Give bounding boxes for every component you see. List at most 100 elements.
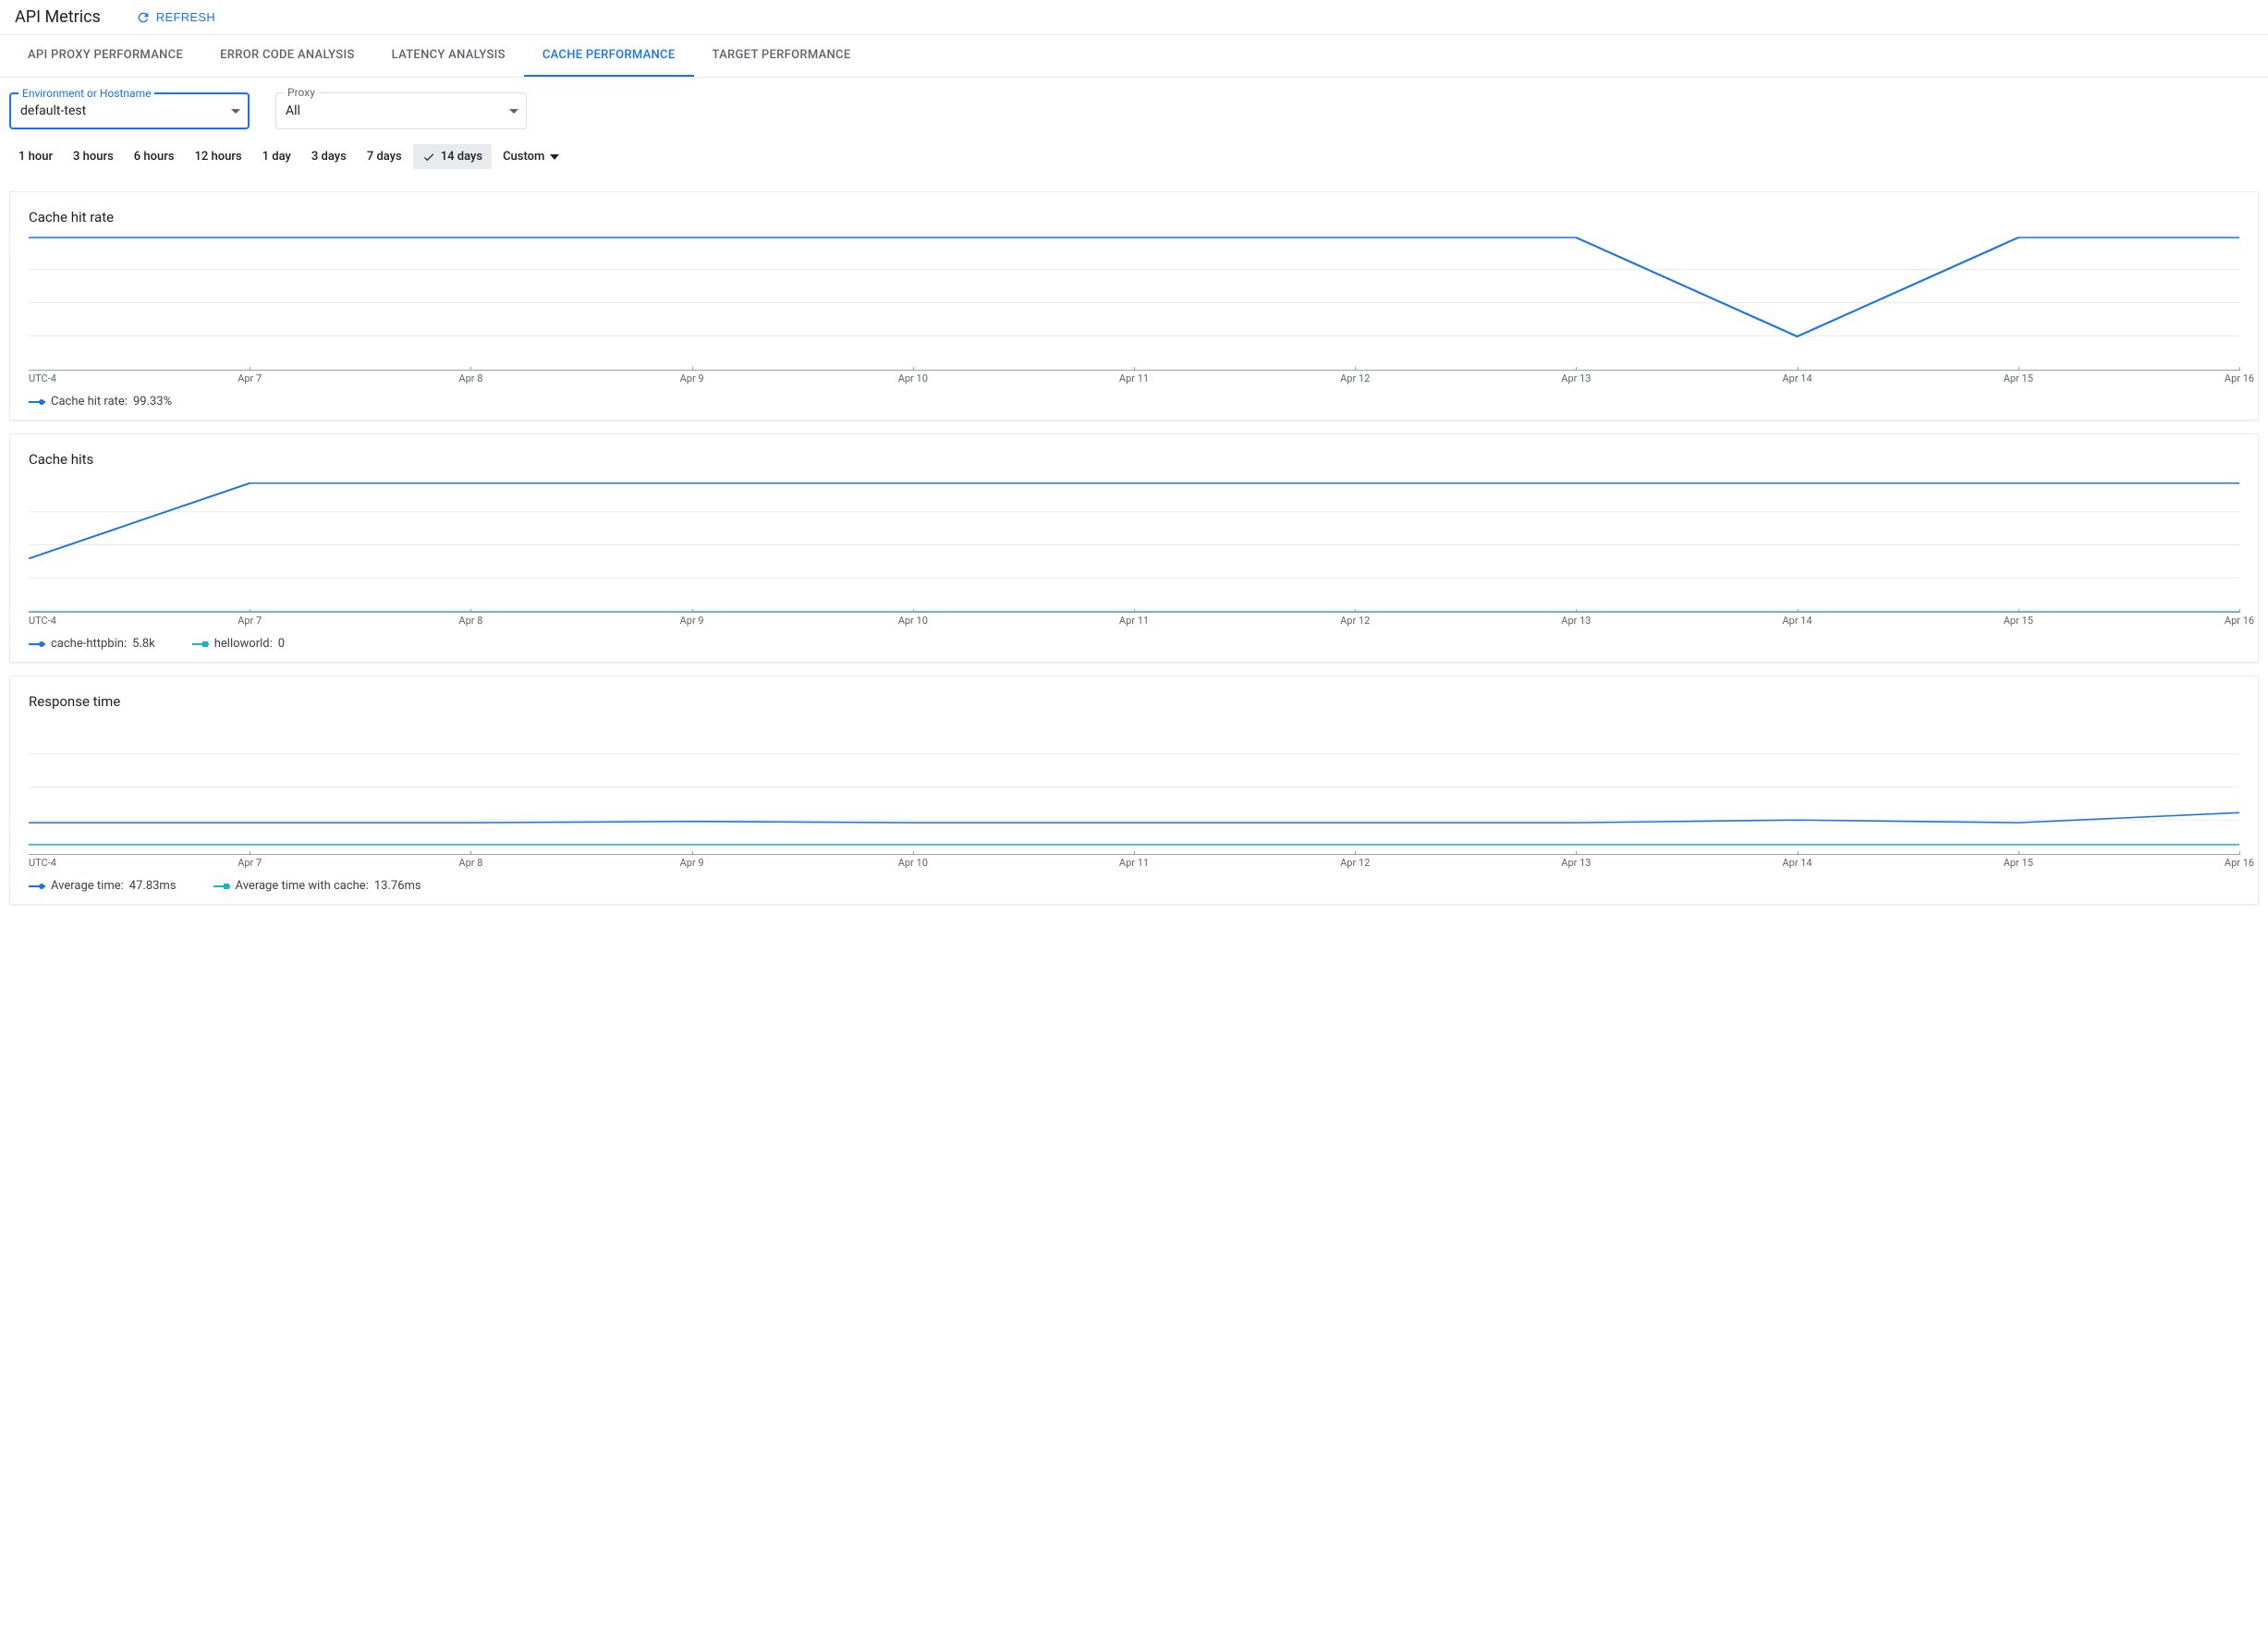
chart-legend: Cache hit rate: 99.33% bbox=[29, 389, 2239, 410]
chart-x-tick: Apr 13 bbox=[1561, 615, 1591, 627]
chart-tz-label: UTC-4 bbox=[29, 372, 56, 384]
chart-x-tick: Apr 14 bbox=[1783, 857, 1812, 869]
tab-proxy-perf[interactable]: API PROXY PERFORMANCE bbox=[9, 35, 201, 77]
chart-x-tick: Apr 16 bbox=[2225, 372, 2254, 384]
time-chip-14-days[interactable]: 14 days bbox=[413, 144, 492, 169]
time-chip-1-hour[interactable]: 1 hour bbox=[9, 144, 62, 169]
time-chip-3-days[interactable]: 3 days bbox=[302, 144, 356, 169]
legend-value: 0 bbox=[278, 637, 285, 651]
legend-swatch-icon bbox=[213, 883, 230, 890]
chart-title: Cache hit rate bbox=[29, 209, 2239, 226]
chart-x-tick: Apr 8 bbox=[458, 615, 482, 627]
time-chip-3-hours[interactable]: 3 hours bbox=[64, 144, 123, 169]
charts-container: Cache hit rate UTC-4 Apr 7 Apr 8 Apr 9 Apr 10… bbox=[0, 191, 2268, 905]
proxy-select-label: Proxy bbox=[284, 86, 319, 99]
chart-x-tick: Apr 10 bbox=[898, 857, 928, 869]
chart-x-tick: Apr 16 bbox=[2225, 615, 2254, 627]
environment-select-label: Environment or Hostname bbox=[18, 87, 154, 100]
chart-x-tick: Apr 9 bbox=[680, 857, 704, 869]
chart-x-tick: Apr 9 bbox=[680, 615, 704, 627]
chevron-down-icon bbox=[509, 109, 518, 114]
chart-x-tick: Apr 15 bbox=[2004, 857, 2033, 869]
chart-plot-area bbox=[29, 721, 2239, 855]
filters-row: Environment or Hostname default-test Pro… bbox=[0, 78, 2268, 139]
chart-x-tick: Apr 16 bbox=[2225, 857, 2254, 869]
time-chip-6-hours[interactable]: 6 hours bbox=[125, 144, 184, 169]
page-header: API Metrics REFRESH bbox=[0, 0, 2268, 35]
legend-name: Average time: bbox=[51, 879, 124, 893]
chart-card-cache-hits: Cache hits UTC-4 Apr 7 Apr 8 Apr 9 Apr 10 Apr … bbox=[9, 433, 2259, 663]
chart-x-tick: Apr 15 bbox=[2004, 372, 2033, 384]
chart-series bbox=[29, 483, 2239, 559]
legend-value: 47.83ms bbox=[129, 879, 177, 893]
legend-name: Average time with cache: bbox=[236, 879, 369, 893]
chart-x-tick: Apr 7 bbox=[238, 857, 262, 869]
chart-x-tick: Apr 10 bbox=[898, 372, 928, 384]
check-icon bbox=[422, 151, 435, 164]
page-title: API Metrics bbox=[15, 7, 101, 27]
chart-x-tick: Apr 12 bbox=[1340, 372, 1370, 384]
chart-x-tick: Apr 11 bbox=[1119, 372, 1149, 384]
chart-x-tick: Apr 13 bbox=[1561, 372, 1591, 384]
legend-swatch-icon bbox=[29, 640, 45, 648]
chart-x-tick: Apr 12 bbox=[1340, 615, 1370, 627]
chart-title: Response time bbox=[29, 693, 2239, 710]
tab-error-code[interactable]: ERROR CODE ANALYSIS bbox=[201, 35, 373, 77]
chart-x-tick: Apr 7 bbox=[238, 372, 262, 384]
tab-latency[interactable]: LATENCY ANALYSIS bbox=[373, 35, 524, 77]
chart-x-tick: Apr 8 bbox=[458, 857, 482, 869]
legend-name: Cache hit rate: bbox=[51, 395, 128, 409]
legend-value: 13.76ms bbox=[374, 879, 421, 893]
chart-x-tick: Apr 13 bbox=[1561, 857, 1591, 869]
environment-select[interactable]: Environment or Hostname default-test bbox=[9, 92, 250, 129]
chart-legend: cache-httpbin: 5.8k helloworld: 0 bbox=[29, 631, 2239, 653]
chart-x-tick: Apr 7 bbox=[238, 615, 262, 627]
environment-select-value: default-test bbox=[20, 104, 86, 118]
legend-item: Cache hit rate: 99.33% bbox=[29, 395, 172, 409]
chart-x-tick: Apr 10 bbox=[898, 615, 928, 627]
time-chip-1-day[interactable]: 1 day bbox=[253, 144, 300, 169]
legend-item: Average time with cache: 13.76ms bbox=[213, 879, 421, 893]
time-chip-7-days[interactable]: 7 days bbox=[358, 144, 411, 169]
refresh-button[interactable]: REFRESH bbox=[130, 9, 221, 26]
chart-x-tick: Apr 15 bbox=[2004, 615, 2033, 627]
chart-plot-area bbox=[29, 237, 2239, 371]
tab-target-perf[interactable]: TARGET PERFORMANCE bbox=[694, 35, 870, 77]
chart-x-axis: UTC-4 Apr 7 Apr 8 Apr 9 Apr 10 Apr 11 Apr 12 Ap… bbox=[29, 855, 2239, 873]
chart-x-tick: Apr 11 bbox=[1119, 857, 1149, 869]
tab-bar: API PROXY PERFORMANCEERROR CODE ANALYSIS… bbox=[0, 35, 2268, 78]
legend-value: 99.33% bbox=[133, 395, 172, 409]
legend-value: 5.8k bbox=[132, 637, 155, 651]
legend-swatch-icon bbox=[192, 640, 209, 648]
legend-item: helloworld: 0 bbox=[192, 637, 285, 651]
chart-x-axis: UTC-4 Apr 7 Apr 8 Apr 9 Apr 10 Apr 11 Apr 12 Ap… bbox=[29, 371, 2239, 389]
refresh-label: REFRESH bbox=[156, 10, 215, 24]
chart-x-axis: UTC-4 Apr 7 Apr 8 Apr 9 Apr 10 Apr 11 Apr 12 Ap… bbox=[29, 613, 2239, 631]
legend-swatch-icon bbox=[29, 883, 45, 890]
proxy-select-value: All bbox=[286, 104, 300, 118]
chart-x-tick: Apr 14 bbox=[1783, 615, 1812, 627]
chart-x-tick: Apr 12 bbox=[1340, 857, 1370, 869]
chevron-down-icon bbox=[231, 109, 240, 114]
chart-tz-label: UTC-4 bbox=[29, 857, 56, 869]
proxy-select[interactable]: Proxy All bbox=[275, 92, 527, 129]
legend-item: Average time: 47.83ms bbox=[29, 879, 177, 893]
chart-x-tick: Apr 11 bbox=[1119, 615, 1149, 627]
chart-plot-area bbox=[29, 479, 2239, 613]
chart-series bbox=[29, 238, 2239, 336]
chart-tz-label: UTC-4 bbox=[29, 615, 56, 627]
legend-name: cache-httpbin: bbox=[51, 637, 127, 651]
chart-x-tick: Apr 9 bbox=[680, 372, 704, 384]
chart-x-tick: Apr 8 bbox=[458, 372, 482, 384]
chart-x-tick: Apr 14 bbox=[1783, 372, 1812, 384]
tab-cache-perf[interactable]: CACHE PERFORMANCE bbox=[524, 35, 694, 77]
time-chip-custom[interactable]: Custom bbox=[494, 144, 568, 169]
time-chip-12-hours[interactable]: 12 hours bbox=[186, 144, 251, 169]
chart-legend: Average time: 47.83ms Average time with c… bbox=[29, 873, 2239, 895]
chart-series bbox=[29, 812, 2239, 823]
chart-card-response-time: Response time UTC-4 Apr 7 Apr 8 Apr 9 Apr 10 A… bbox=[9, 676, 2259, 905]
chart-title: Cache hits bbox=[29, 451, 2239, 468]
chart-card-cache-hit-rate: Cache hit rate UTC-4 Apr 7 Apr 8 Apr 9 Apr 10… bbox=[9, 191, 2259, 421]
refresh-icon bbox=[136, 10, 151, 25]
chevron-down-icon bbox=[550, 154, 559, 160]
